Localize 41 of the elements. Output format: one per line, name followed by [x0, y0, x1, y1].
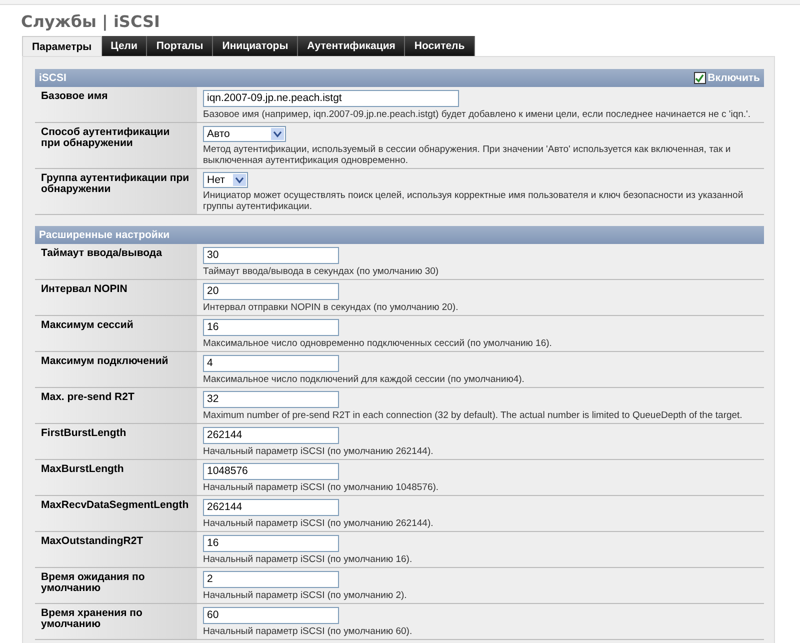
- input-field[interactable]: 4: [203, 355, 339, 372]
- input-field[interactable]: 32: [203, 391, 339, 408]
- setting-hint: Интервал отправки NOPIN в секундах (по умолчанию 20).: [203, 302, 460, 313]
- input-field[interactable]: 20: [203, 283, 339, 300]
- tab[interactable]: Параметры: [22, 36, 102, 56]
- setting-hint: Начальный параметр iSCSI (по умолчанию 60).: [203, 626, 414, 637]
- setting-hint: Начальный параметр iSCSI (по умолчанию 2).: [203, 590, 408, 601]
- tab[interactable]: Цели: [102, 36, 148, 56]
- tab[interactable]: Аутентификация: [298, 36, 406, 56]
- tab[interactable]: Носитель: [405, 36, 475, 56]
- setting-hint: Базовое имя (например, iqn.2007-09.jp.ne.peach.istgt) будет добавлено к имени цели, если последнее начинается не с 'iqn.'.: [203, 109, 752, 120]
- input-field[interactable]: 262144: [203, 499, 339, 516]
- setting-hint: Таймаут ввода/вывода в секундах (по умолчанию 30): [203, 266, 440, 277]
- page-title: Службы | iSCSI: [21, 12, 161, 33]
- input-field[interactable]: 2: [203, 571, 339, 588]
- input-field[interactable]: 262144: [203, 427, 339, 444]
- setting-hint: Начальный параметр iSCSI (по умолчанию 262144).: [203, 446, 434, 457]
- tab[interactable]: Порталы: [147, 36, 214, 56]
- dropdown[interactable]: Нет: [203, 172, 248, 188]
- setting-hint: Максимальное число одновременно подключенных сессий (по умолчанию 16).: [203, 338, 553, 349]
- input-field[interactable]: 1048576: [203, 463, 339, 480]
- setting-hint: Начальный параметр iSCSI (по умолчанию 16).: [203, 554, 414, 565]
- input-field[interactable]: 16: [203, 319, 339, 336]
- input-field[interactable]: 60: [203, 607, 339, 624]
- input-field[interactable]: 30: [203, 247, 339, 264]
- input-field[interactable]: 16: [203, 535, 339, 552]
- input-field[interactable]: iqn.2007-09.jp.ne.peach.istgt: [203, 90, 459, 107]
- setting-hint: Максимальное число подключений для каждой сессии (по умолчанию4).: [203, 374, 526, 385]
- dropdown[interactable]: Авто: [203, 126, 286, 142]
- setting-hint: Метод аутентификации, используемый в сессии обнаружения. При значении 'Авто' используется как включенная, так и выключенная аутентификация одновременно.: [203, 144, 732, 166]
- section-title: Расширенные настройки: [39, 229, 170, 241]
- caret-icon: [233, 174, 246, 186]
- tab[interactable]: Инициаторы: [213, 36, 298, 56]
- enable-label: Включить: [708, 72, 760, 84]
- setting-hint: Инициатор может осуществлять поиск целей, используя корректные имя пользователя и ключ безопасности из указанной группы аутентификации.: [203, 190, 744, 212]
- setting-hint: Начальный параметр iSCSI (по умолчанию 1048576).: [203, 482, 440, 493]
- section-title: iSCSI: [39, 72, 66, 84]
- enable-checkbox[interactable]: [694, 72, 706, 84]
- setting-hint: Maximum number of pre-send R2T in each connection (32 by default). The actual number is limited to QueueDepth of the target.: [203, 410, 744, 421]
- caret-icon: [271, 128, 284, 140]
- setting-hint: Начальный параметр iSCSI (по умолчанию 262144).: [203, 518, 434, 529]
